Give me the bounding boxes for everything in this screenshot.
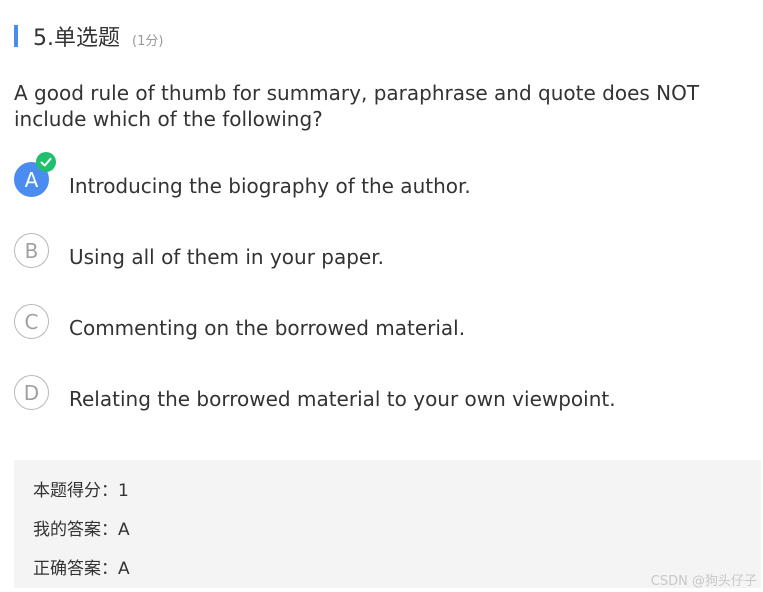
check-icon [36, 152, 56, 172]
option-d-letter-circle[interactable]: D [14, 375, 49, 410]
question-text: A good rule of thumb for summary, paraph… [14, 81, 700, 131]
option-d-text[interactable]: Relating the borrowed material to your o… [69, 387, 616, 411]
answer-result-panel: 本题得分：1 我的答案：A 正确答案：A [14, 460, 761, 588]
header-accent-bar [14, 25, 18, 47]
option-a[interactable]: A Introducing the biography of the autho… [14, 152, 734, 202]
option-b-letter-circle[interactable]: B [14, 233, 49, 268]
option-c-text[interactable]: Commenting on the borrowed material. [69, 316, 465, 340]
option-c-letter-circle[interactable]: C [14, 304, 49, 339]
option-b-text[interactable]: Using all of them in your paper. [69, 245, 384, 269]
watermark: CSDN @狗头仔子 [650, 574, 757, 589]
question-header: 5.单选题 (1分) [14, 22, 164, 51]
question-points: (1分) [132, 33, 164, 49]
option-c[interactable]: C Commenting on the borrowed material. [14, 304, 734, 344]
my-answer-line: 我的答案：A [33, 520, 130, 540]
option-d[interactable]: D Relating the borrowed material to your… [14, 375, 734, 415]
question-type-title: 5.单选题 [33, 26, 120, 51]
option-b[interactable]: B Using all of them in your paper. [14, 233, 734, 273]
option-a-text[interactable]: Introducing the biography of the author. [69, 174, 471, 198]
score-line: 本题得分：1 [33, 481, 129, 501]
correct-answer-line: 正确答案：A [33, 559, 130, 579]
